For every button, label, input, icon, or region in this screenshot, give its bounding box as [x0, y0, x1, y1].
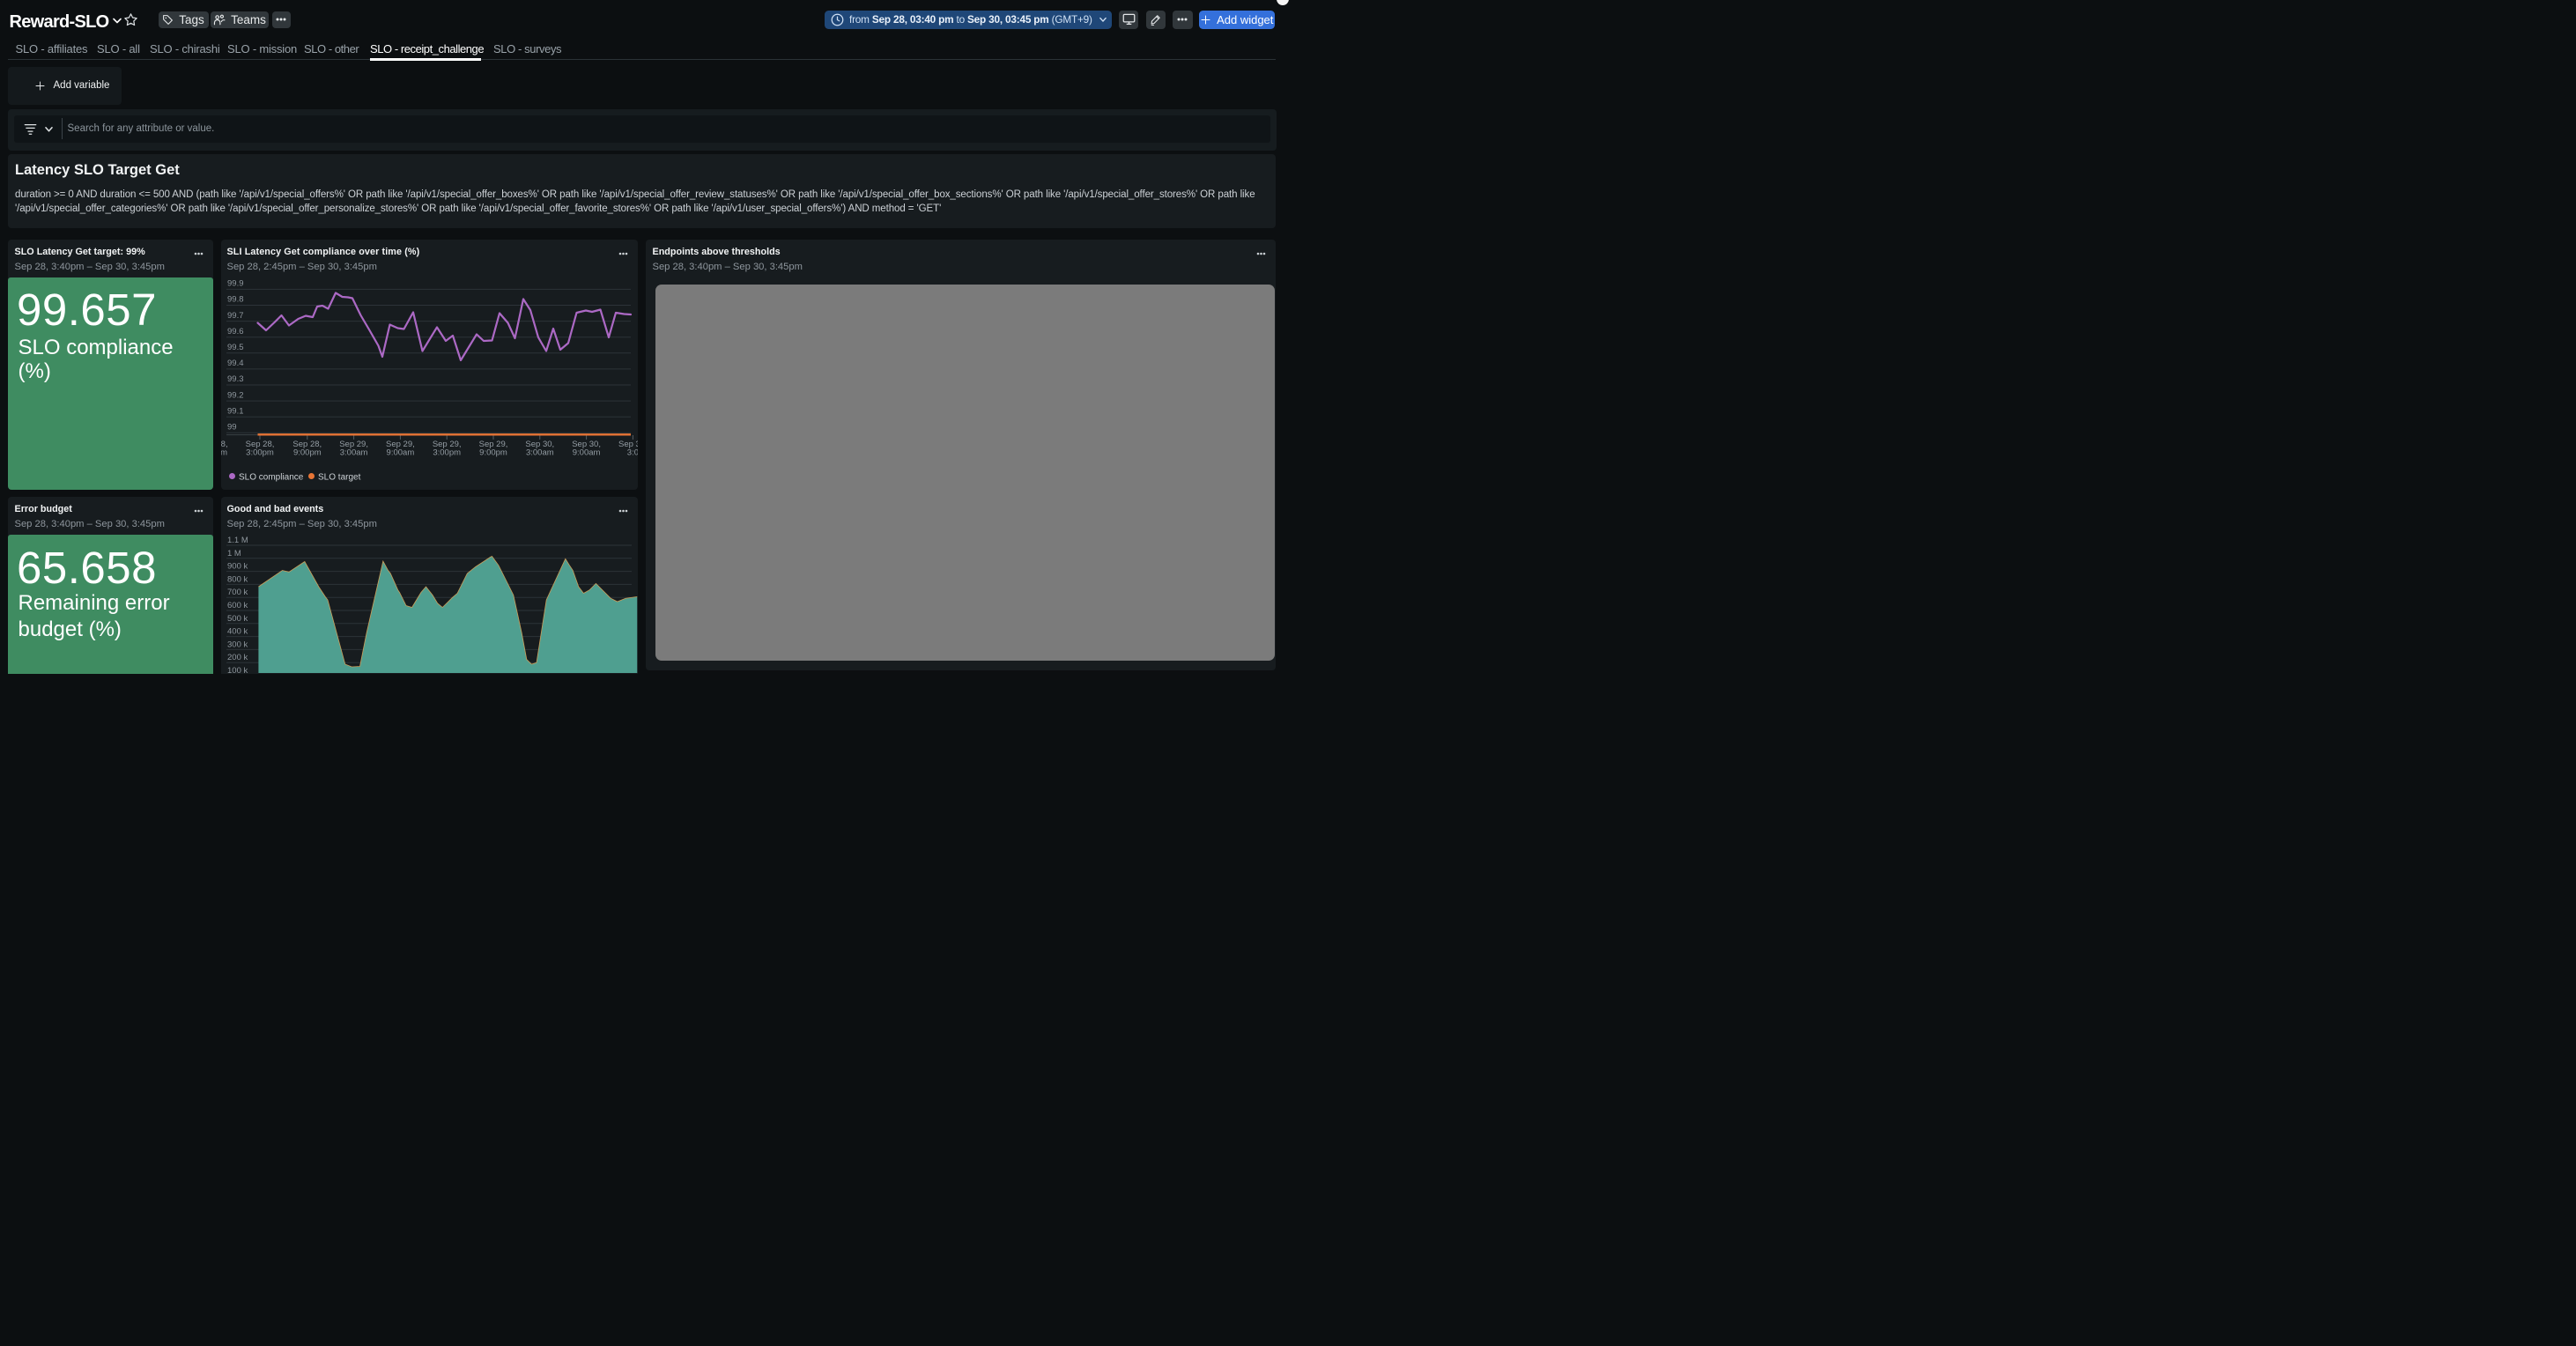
svg-text:100 k: 100 k [227, 666, 248, 673]
svg-text:99.9: 99.9 [227, 279, 244, 289]
svg-text:9:00am: 9:00am [573, 448, 601, 458]
svg-text:99.8: 99.8 [227, 295, 244, 305]
svg-text:3:00am: 3:00am [526, 448, 554, 458]
svg-text:99.6: 99.6 [227, 327, 244, 336]
svg-text:200 k: 200 k [227, 653, 248, 662]
svg-text:99.3: 99.3 [227, 374, 244, 384]
svg-text:9:00pm: 9:00pm [479, 448, 507, 458]
svg-text:99.5: 99.5 [227, 343, 244, 352]
svg-text:3:00am: 3:00am [340, 448, 368, 458]
svg-text:SLO target: SLO target [318, 473, 361, 483]
svg-text:3:0: 3:0 [627, 448, 638, 458]
svg-text:900 k: 900 k [227, 562, 248, 572]
svg-text:1 M: 1 M [227, 549, 241, 558]
svg-text:99.7: 99.7 [227, 311, 244, 321]
svg-text:99.4: 99.4 [227, 359, 244, 368]
svg-text:SLO compliance: SLO compliance [239, 473, 304, 483]
svg-text:800 k: 800 k [227, 574, 248, 584]
svg-text:99.1: 99.1 [227, 406, 244, 416]
svg-text:500 k: 500 k [227, 614, 248, 624]
svg-text:400 k: 400 k [227, 627, 248, 637]
svg-text:9:00am: 9:00am [221, 448, 227, 458]
svg-text:300 k: 300 k [227, 640, 248, 649]
svg-text:3:00pm: 3:00pm [246, 448, 274, 458]
svg-text:600 k: 600 k [227, 601, 248, 610]
svg-text:99: 99 [227, 423, 237, 433]
svg-text:9:00am: 9:00am [387, 448, 415, 458]
svg-text:1.1 M: 1.1 M [227, 536, 248, 545]
svg-text:3:00pm: 3:00pm [433, 448, 461, 458]
svg-text:99.2: 99.2 [227, 390, 244, 400]
svg-text:700 k: 700 k [227, 588, 248, 597]
svg-text:9:00pm: 9:00pm [293, 448, 322, 458]
